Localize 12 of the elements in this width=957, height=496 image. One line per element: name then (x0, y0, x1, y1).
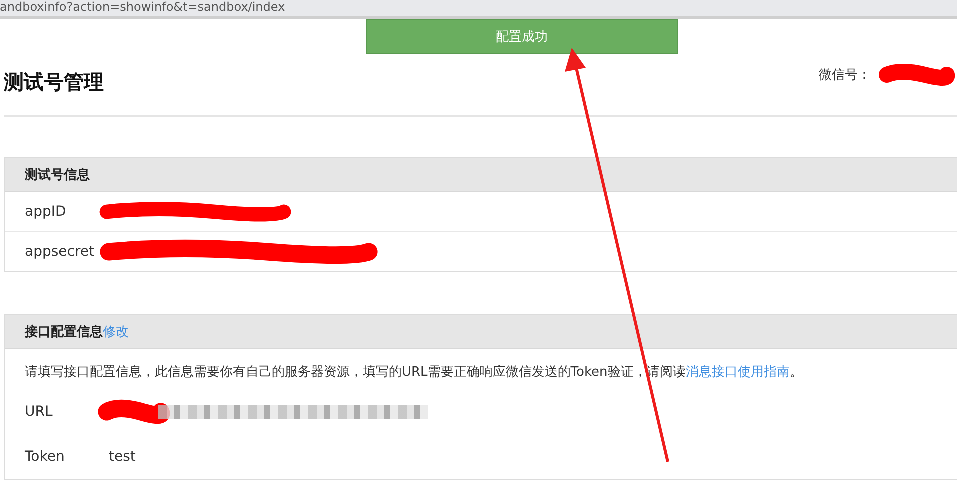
field-label: Token (25, 448, 66, 464)
field-value: test (109, 448, 136, 464)
account-label: 微信号： (819, 67, 871, 84)
panel-title: 接口配置信息 (25, 324, 103, 340)
edit-link[interactable]: 修改 (103, 322, 129, 340)
guide-link[interactable]: 消息接口使用指南 (686, 365, 790, 380)
field-label: appsecret (25, 244, 96, 260)
panel-title: 测试号信息 (25, 166, 90, 184)
page-title: 测试号管理 (4, 69, 104, 96)
field-label: appID (25, 204, 68, 220)
success-notice: 配置成功 (366, 19, 678, 54)
field-label: URL (25, 404, 54, 420)
